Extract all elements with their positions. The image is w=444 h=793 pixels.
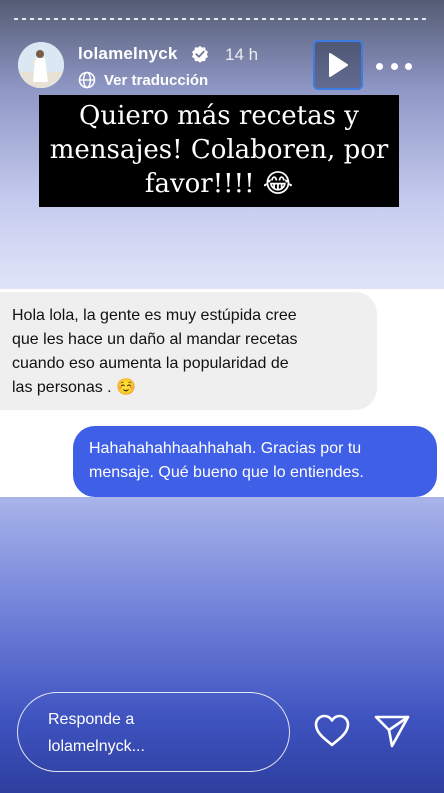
translate-label: Ver traducción: [104, 71, 209, 89]
reply-placeholder-line: Responde a: [48, 711, 135, 728]
story-caption: Quiero más recetas y mensajes! Colaboren…: [39, 95, 399, 207]
more-options-button[interactable]: [376, 56, 412, 76]
message-line: que les hace un daño al mandar recetas: [12, 331, 298, 348]
message-line: mensaje. Qué bueno que lo entiendes.: [89, 464, 364, 481]
post-time: 14 h: [225, 45, 259, 64]
verified-badge-icon: [191, 45, 209, 63]
story-view: lolamelnyck 14 h Ver traducción Quiero m…: [0, 0, 444, 793]
message-line: las personas .: [12, 379, 112, 396]
heart-icon[interactable]: [313, 713, 351, 749]
smiling-emoji: ☺️: [116, 379, 136, 396]
laughing-emoji: 😂: [262, 169, 294, 199]
reply-placeholder-line: lolamelnyck...: [48, 738, 145, 755]
caption-line: favor!!!!: [144, 169, 255, 199]
chat-screenshot: Hola lola, la gente es muy estúpida cree…: [0, 289, 444, 497]
caption-line: Quiero más recetas y: [79, 101, 359, 131]
globe-icon: [78, 71, 96, 89]
sent-message-bubble: Hahahahahhaahhahah. Gracias por tu mensa…: [73, 426, 437, 497]
more-icon-dot: [405, 62, 412, 70]
message-line: cuando eso aumenta la popularidad de: [12, 355, 289, 372]
play-icon: [329, 53, 348, 77]
send-icon[interactable]: [373, 713, 411, 749]
reply-input[interactable]: Responde a lolamelnyck...: [17, 692, 290, 772]
translate-link[interactable]: Ver traducción: [78, 71, 208, 89]
caption-line: mensajes! Colaboren, por: [49, 135, 389, 165]
more-icon-dot: [376, 62, 383, 70]
avatar[interactable]: [18, 42, 64, 88]
message-line: Hahahahahhaahhahah. Gracias por tu: [89, 440, 362, 457]
story-progress-bar: [14, 18, 428, 20]
more-icon-dot: [390, 62, 398, 70]
received-message-bubble: Hola lola, la gente es muy estúpida cree…: [0, 292, 377, 410]
message-line: Hola lola, la gente es muy estúpida cree: [12, 307, 297, 324]
username[interactable]: lolamelnyck: [78, 44, 178, 64]
play-button[interactable]: [313, 40, 363, 90]
